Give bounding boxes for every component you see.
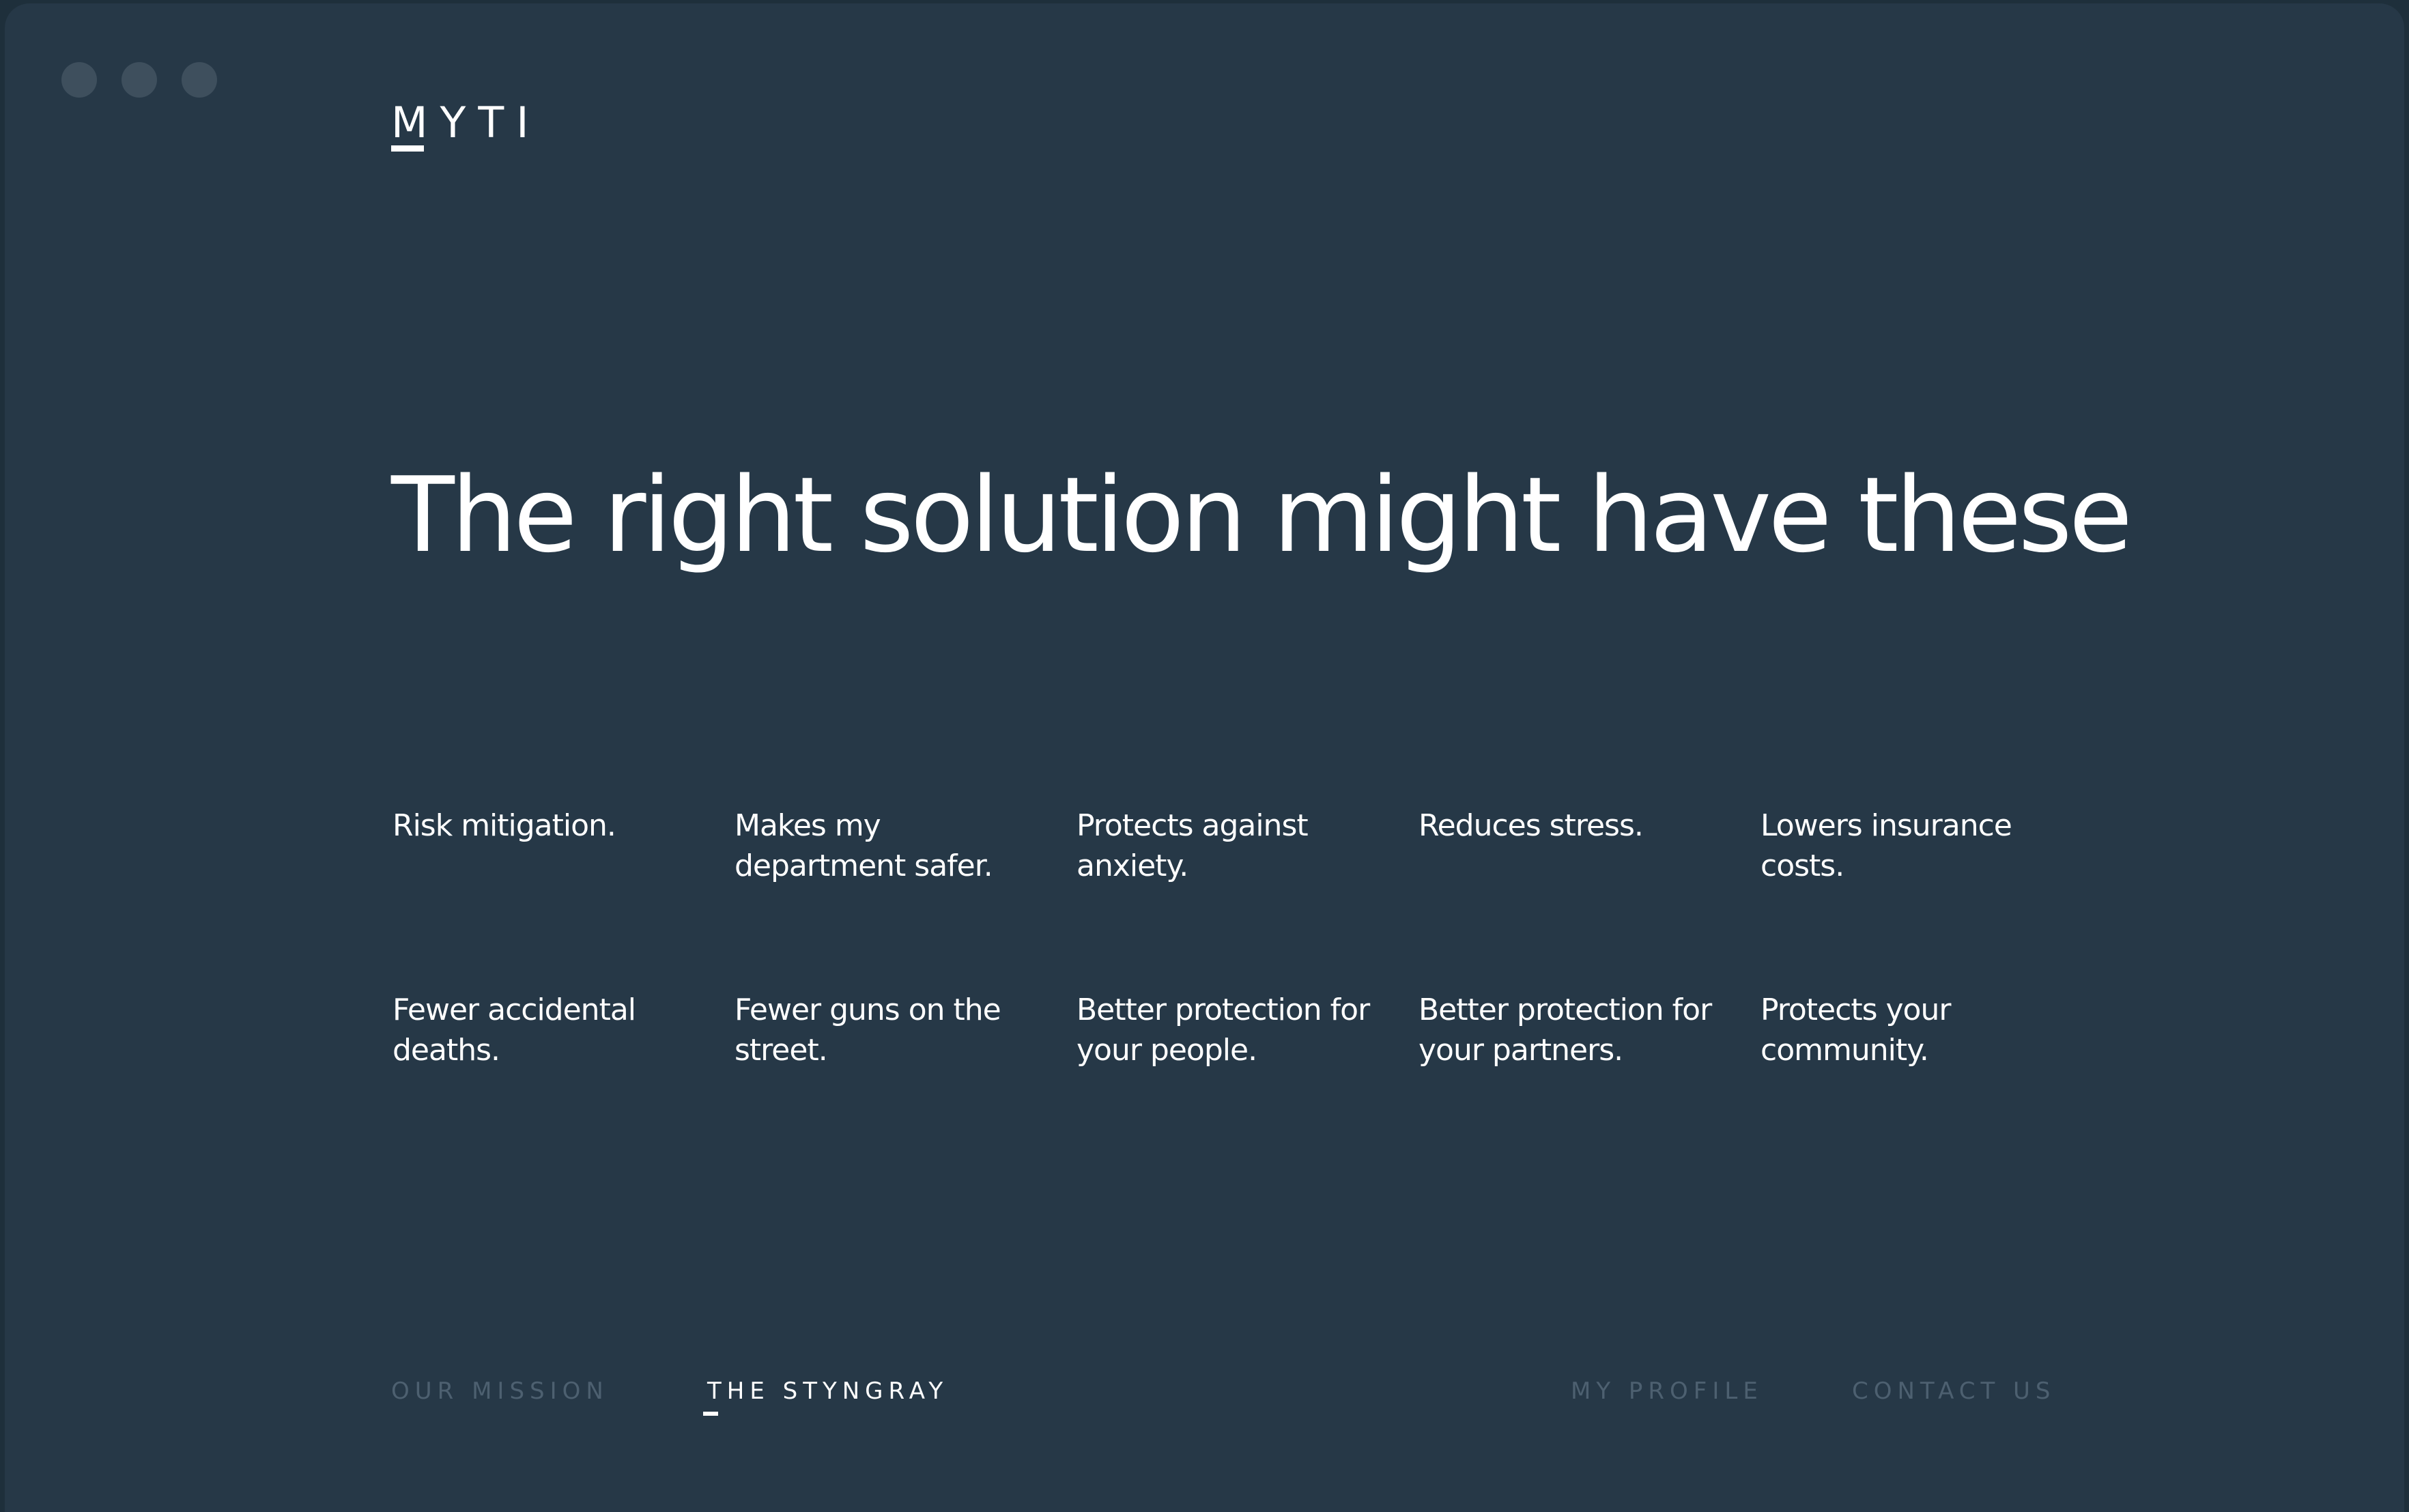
logo-letter-y: Y [440,98,479,147]
maximize-window-button[interactable] [182,62,217,98]
benefits-grid: Risk mitigation. Makes my department saf… [393,805,2106,1174]
logo-letter-i: I [516,98,541,147]
nav-contact-us[interactable]: CONTACT US [1852,1372,2056,1410]
benefit-fewer-guns: Fewer guns on the street. [735,993,1001,1068]
logo-letter-m: M [391,99,440,152]
bottom-navigation: OUR MISSION THE STYNGRAY MY PROFILE CONT… [391,1372,2051,1427]
close-window-button[interactable] [61,62,97,98]
benefit-reduces-stress: Reduces stress. [1419,808,1644,843]
logo-underline [391,145,424,152]
logo-letter-t: T [478,98,517,147]
benefit-fewer-accidental-deaths: Fewer accidental deaths. [393,993,636,1068]
benefit-protection-people: Better protection for your people. [1077,993,1370,1068]
window-controls [61,62,217,98]
benefit-protects-community: Protects your community. [1761,993,1951,1068]
minimize-window-button[interactable] [122,62,157,98]
benefit-risk-mitigation: Risk mitigation. [393,808,616,843]
benefit-lowers-insurance-costs: Lowers insurance costs. [1761,808,2012,883]
active-nav-indicator [703,1412,718,1416]
benefit-department-safer: Makes my department safer. [735,808,993,883]
myti-logo[interactable]: M Y T I [391,99,541,160]
app-window: M Y T I The right solution might have th… [5,3,2404,1512]
benefit-protects-against-anxiety: Protects against anxiety. [1077,808,1309,883]
nav-my-profile[interactable]: MY PROFILE [1571,1372,1763,1410]
nav-the-styngray-label: THE STYNGRAY [707,1378,949,1405]
benefit-protection-partners: Better protection for your partners. [1419,993,1712,1068]
page-headline: The right solution might have these [391,455,2133,575]
nav-our-mission[interactable]: OUR MISSION [391,1372,609,1410]
nav-the-styngray[interactable]: THE STYNGRAY [703,1372,949,1416]
